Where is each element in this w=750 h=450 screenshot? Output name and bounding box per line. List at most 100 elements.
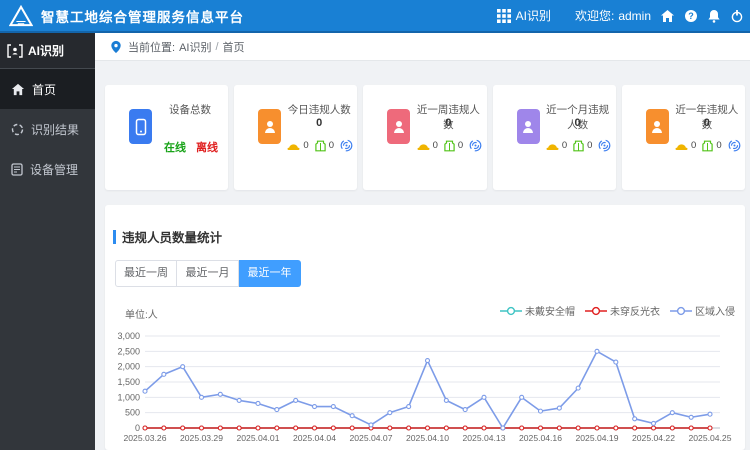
vest-count: 0: [457, 140, 464, 151]
vest-icon: [444, 140, 455, 152]
sidebar-item-label: 首页: [32, 82, 57, 97]
home-icon: [11, 83, 25, 96]
svg-text:2025.03.26: 2025.03.26: [123, 433, 166, 443]
card-mini-stats: 0 0: [672, 139, 744, 152]
svg-text:2025.04.04: 2025.04.04: [293, 433, 336, 443]
help-button[interactable]: ?: [684, 9, 698, 23]
card-online-offline: 在线 离线: [155, 139, 227, 155]
person-badge-icon: [516, 109, 540, 144]
person-badge-icon: [258, 109, 282, 144]
intrusion-swirl-icon: [598, 139, 611, 152]
svg-text:2025.04.01: 2025.04.01: [236, 433, 279, 443]
sidebar-item-home[interactable]: 首页: [0, 69, 95, 109]
svg-text:500: 500: [125, 408, 140, 418]
home-button[interactable]: [660, 9, 675, 23]
breadcrumb-root[interactable]: AI识别: [179, 39, 211, 55]
grid-apps-icon: [496, 8, 511, 23]
intrusion-swirl-icon: [340, 139, 353, 152]
sidebar-module-title: AI识别: [28, 44, 65, 58]
legend-label: 未穿反光衣: [610, 307, 660, 318]
welcome-label: 欢迎您:: [574, 9, 615, 23]
header-right-zone: AI识别 欢迎您: admin ?: [488, 0, 744, 31]
svg-text:2025.04.22: 2025.04.22: [632, 433, 675, 443]
grid-apps-button[interactable]: AI识别: [496, 7, 551, 24]
username-label[interactable]: admin: [618, 9, 651, 23]
face-scan-icon: [7, 43, 23, 58]
bell-icon: [707, 9, 721, 23]
vest-count: 0: [328, 140, 334, 151]
svg-text:1,000: 1,000: [117, 392, 140, 402]
card-device-total: 设备总数 在线 离线: [105, 85, 229, 190]
panel-title: 违规人员数量统计: [122, 231, 223, 245]
header-app-name: AI识别: [515, 9, 551, 23]
helmet-icon: [675, 140, 688, 151]
vest-count: 0: [716, 140, 722, 151]
device-badge-icon: [129, 109, 152, 144]
person-badge-icon: [645, 109, 669, 144]
vest-count: 0: [587, 140, 593, 151]
helmet-icon: [417, 140, 430, 151]
helmet-count: 0: [691, 140, 697, 151]
app-screen: 智慧工地综合管理服务信息平台 AI识别 欢迎您: admin ? AI识别 首页…: [0, 0, 750, 450]
tab-last-month[interactable]: 最近一月: [177, 260, 239, 287]
sidebar-item-label: 设备管理: [30, 162, 79, 177]
offline-label: 离线: [196, 142, 219, 154]
sidebar-item-devices[interactable]: 设备管理: [0, 149, 95, 189]
svg-text:2025.04.19: 2025.04.19: [575, 433, 618, 443]
y-axis-unit-label: 单位:人: [125, 310, 158, 321]
intrusion-swirl-icon: [469, 139, 482, 152]
svg-text:2025.04.16: 2025.04.16: [519, 433, 562, 443]
legend-item-intrusion[interactable]: 区域入侵: [670, 303, 735, 318]
tab-last-week[interactable]: 最近一周: [115, 260, 177, 287]
top-header: 智慧工地综合管理服务信息平台 AI识别 欢迎您: admin ?: [0, 0, 750, 33]
card-mini-stats: 0 0: [413, 139, 485, 152]
pyramid-logo-icon: [9, 4, 33, 27]
online-label: 在线: [163, 142, 186, 154]
home-icon: [660, 9, 675, 23]
svg-text:?: ?: [688, 11, 694, 21]
legend-item-helmet[interactable]: 未戴安全帽: [500, 303, 575, 318]
card-violations-year: 近一年违规人数 0 0 0: [621, 85, 746, 190]
legend-marker-icon: [500, 306, 522, 316]
svg-text:2025.04.10: 2025.04.10: [406, 433, 449, 443]
svg-text:0: 0: [135, 423, 140, 433]
legend-label: 区域入侵: [695, 307, 735, 318]
stat-cards-row: 设备总数 在线 离线 今日违规人数 0 0 0 近一周违规人数 0 0 0 近一…: [105, 85, 746, 190]
person-badge-icon: [387, 109, 411, 144]
card-value: 0: [703, 117, 710, 129]
help-icon: ?: [684, 9, 698, 23]
breadcrumb: 当前位置: AI识别 / 首页: [95, 33, 750, 61]
card-mini-stats: 0 0: [543, 139, 615, 152]
notifications-button[interactable]: [707, 9, 721, 23]
line-chart: 0 500 1,000 1,500 2,000 2,500 3,000 2025.03.26 2…: [115, 320, 735, 450]
title-accent-bar: [113, 229, 116, 244]
vest-icon: [315, 140, 326, 152]
logout-button[interactable]: [730, 9, 744, 23]
svg-text:2,500: 2,500: [117, 346, 140, 356]
helmet-icon: [546, 140, 559, 151]
svg-text:2,000: 2,000: [117, 362, 140, 372]
svg-text:2025.04.13: 2025.04.13: [462, 433, 505, 443]
card-title: 今日违规人数: [287, 104, 351, 116]
helmet-count: 0: [561, 140, 568, 151]
legend-label: 未戴安全帽: [525, 307, 575, 318]
legend-marker-icon: [585, 306, 607, 316]
card-value: 0: [445, 117, 452, 129]
tab-last-year[interactable]: 最近一年: [239, 260, 301, 287]
vest-icon: [702, 140, 714, 152]
line-chart-svg: 0 500 1,000 1,500 2,000 2,500 3,000 2025.03.26 2…: [117, 331, 731, 443]
range-tabs: 最近一周 最近一月 最近一年: [115, 260, 301, 287]
location-pin-icon: [110, 40, 122, 54]
card-mini-stats: 0 0: [284, 139, 356, 152]
legend-marker-icon: [670, 306, 692, 316]
helmet-count: 0: [432, 140, 438, 151]
breadcrumb-prefix: 当前位置:: [128, 41, 176, 54]
sidebar: AI识别 首页 识别结果 设备管理: [0, 33, 95, 450]
power-icon: [730, 9, 744, 23]
device-icon: [11, 162, 23, 176]
breadcrumb-current[interactable]: 首页: [223, 39, 245, 55]
sidebar-module-header: AI识别: [0, 33, 95, 69]
legend-item-vest[interactable]: 未穿反光衣: [585, 303, 660, 318]
sidebar-item-results[interactable]: 识别结果: [0, 109, 95, 149]
card-violations-today: 今日违规人数 0 0 0: [234, 85, 358, 190]
